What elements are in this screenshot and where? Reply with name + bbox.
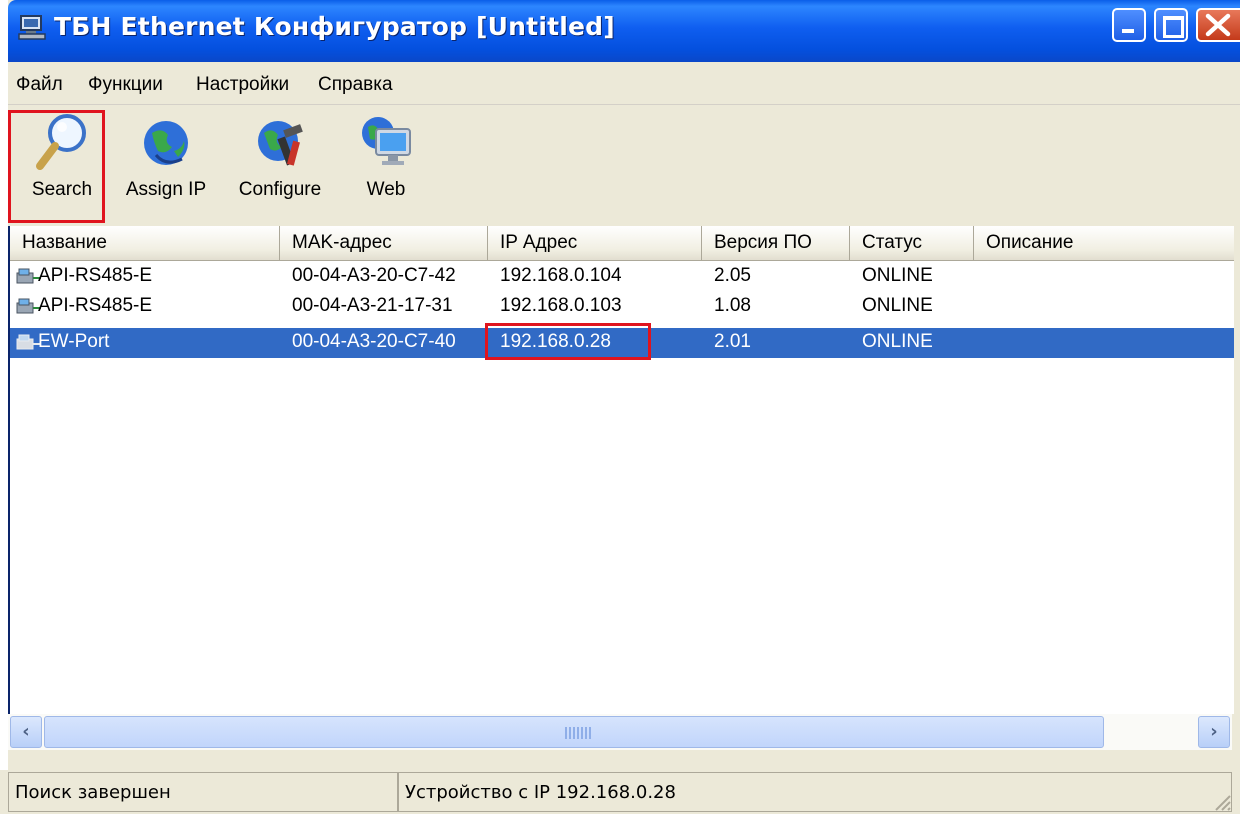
menu-help[interactable]: Справка (318, 74, 393, 96)
scroll-grip (565, 727, 591, 739)
column-name[interactable]: Название (10, 226, 280, 260)
web-button[interactable]: Web (350, 111, 422, 201)
scroll-left-button[interactable]: ‹ (10, 716, 42, 748)
assign-ip-button[interactable]: Assign IP (120, 111, 212, 201)
title-bar[interactable]: ТБН Ethernet Конфигуратор [Untitled] (8, 0, 1240, 62)
chevron-left-icon: ‹ (22, 721, 30, 742)
device-list[interactable]: Название MAK-адрес IP Адрес Версия ПО Ст… (8, 226, 1234, 714)
resize-grip-icon[interactable] (1210, 790, 1232, 812)
menu-file[interactable]: Файл (16, 74, 63, 96)
globe-monitor-icon (362, 117, 411, 165)
device-mac: 00-04-A3-20-C7-42 (292, 265, 456, 286)
minimize-icon (1122, 29, 1134, 33)
column-version[interactable]: Версия ПО (702, 226, 850, 260)
table-row[interactable]: API-RS485-E 00-04-A3-21-17-31 192.168.0.… (10, 292, 1234, 322)
device-status: ONLINE (862, 331, 933, 352)
close-icon (1205, 13, 1231, 37)
maximize-button[interactable] (1154, 8, 1188, 42)
device-version: 2.01 (714, 331, 751, 352)
list-header: Название MAK-адрес IP Адрес Версия ПО Ст… (10, 226, 1234, 261)
status-right: Устройство с IP 192.168.0.28 (398, 772, 1232, 812)
minimize-button[interactable] (1112, 8, 1146, 42)
search-highlight-box (8, 110, 105, 223)
horizontal-scrollbar[interactable]: ‹ › (8, 714, 1232, 750)
device-name: EW-Port (38, 331, 110, 352)
ip-highlight-box (485, 323, 651, 360)
device-name: API-RS485-E (38, 295, 153, 316)
globe-tools-icon (258, 121, 303, 166)
assign-ip-label: Assign IP (125, 179, 207, 200)
device-status: ONLINE (862, 265, 933, 286)
device-ip: 192.168.0.104 (500, 265, 622, 286)
close-button[interactable] (1196, 8, 1240, 42)
device-status: ONLINE (862, 295, 933, 316)
column-description[interactable]: Описание (974, 226, 1234, 260)
configure-label: Configure (238, 179, 322, 200)
device-mac: 00-04-A3-21-17-31 (292, 295, 453, 316)
web-label: Web (366, 179, 406, 200)
device-version: 2.05 (714, 265, 751, 286)
device-name: API-RS485-E (38, 265, 153, 286)
network-computer-icon (18, 15, 46, 40)
column-mac[interactable]: MAK-адрес (280, 226, 488, 260)
menu-functions[interactable]: Функции (88, 74, 163, 96)
scroll-thumb[interactable] (44, 716, 1104, 748)
table-row[interactable]: API-RS485-E 00-04-A3-20-C7-42 192.168.0.… (10, 262, 1234, 292)
status-bar: Поиск завершен Устройство с IP 192.168.0… (0, 770, 1232, 814)
maximize-icon (1163, 16, 1184, 38)
menu-settings[interactable]: Настройки (196, 74, 289, 96)
column-ip[interactable]: IP Адрес (488, 226, 702, 260)
menu-bar: Файл Функции Настройки Справка (8, 70, 1240, 104)
configure-button[interactable]: Configure (228, 111, 332, 201)
globe-icon (144, 121, 188, 165)
chevron-right-icon: › (1210, 721, 1218, 742)
scroll-right-button[interactable]: › (1198, 716, 1230, 748)
status-left: Поиск завершен (8, 772, 398, 812)
device-mac: 00-04-A3-20-C7-40 (292, 331, 456, 352)
device-version: 1.08 (714, 295, 751, 316)
window-title: ТБН Ethernet Конфигуратор [Untitled] (54, 12, 615, 41)
toolbar: Search Assign IP Configure Web (8, 104, 1240, 227)
device-ip: 192.168.0.103 (500, 295, 622, 316)
column-status[interactable]: Статус (850, 226, 974, 260)
